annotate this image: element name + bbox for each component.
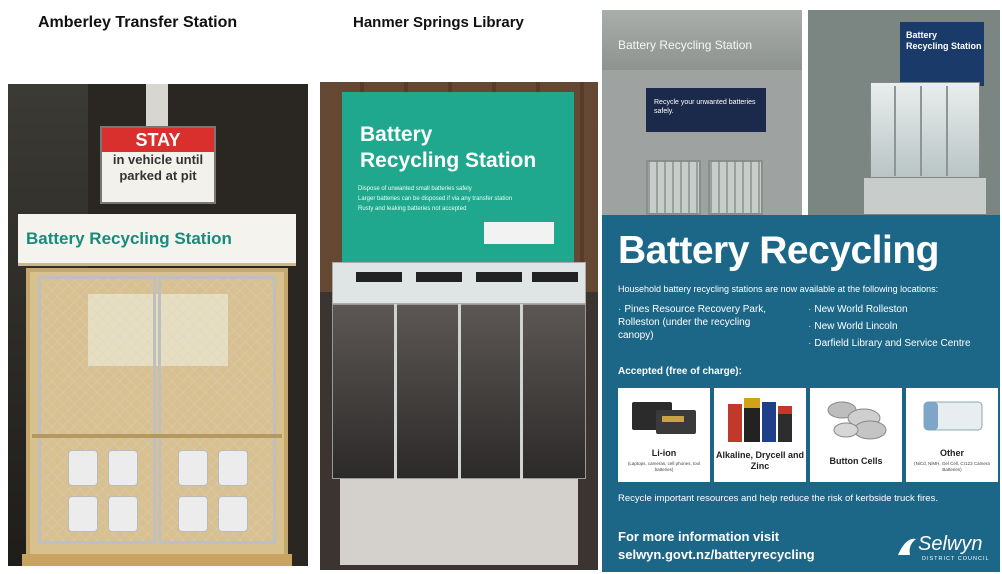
cabinet-shelf: [32, 434, 282, 438]
stay-sign-line1: in vehicle until: [112, 152, 204, 167]
logo-subtitle: DISTRICT COUNCIL: [922, 556, 990, 562]
battery-slot: [356, 272, 402, 282]
amberley-photo: STAY in vehicle until parked at pit Batt…: [8, 84, 308, 566]
location-item: · Pines Resource Recovery Park, Rolleston…: [618, 304, 767, 341]
collection-bucket: [108, 450, 138, 486]
station-sign-title-line2: Recycling Station: [360, 149, 537, 172]
station-roof-sign-text: Battery Recycling Station: [26, 229, 232, 248]
battery-type-name: Alkaline, Drycell and Zinc: [715, 450, 805, 471]
battery-type-name: Li-ion: [651, 448, 677, 458]
instruction-line: Larger batteries can be disposed if via …: [358, 196, 513, 202]
battery-type-note: (NiCd, NiMH, Gel Cell, Cr123 Camera Batt…: [914, 461, 990, 472]
cabinet-door-left: [646, 160, 701, 215]
stay-sign: STAY in vehicle until parked at pit: [100, 126, 216, 204]
battery-slot: [532, 272, 578, 282]
location-list-right: · New World Rolleston · New World Lincoln …: [808, 303, 998, 350]
pallet: [22, 554, 292, 566]
location-item: · New World Rolleston: [808, 304, 908, 315]
cabinet-info-text: Recycle your unwanted batteries safely.: [654, 99, 756, 115]
alkaline-batteries-icon: [728, 398, 792, 442]
battery-card-li-ion: Li-ion (Laptops, cameras, cell phones, t…: [618, 388, 710, 482]
collection-bucket: [68, 496, 98, 532]
instruction-line: Rusty and leaking batteries not accepted: [358, 206, 467, 212]
box-divider: [920, 86, 922, 176]
battery-slot: [416, 272, 462, 282]
more-info-label: For more information visit: [618, 529, 780, 544]
battery-card-alkaline: Alkaline, Drycell and Zinc: [714, 388, 806, 482]
cabinet-title: Battery Recycling Station: [618, 38, 753, 52]
box-divider: [394, 304, 397, 479]
location-name: Darfield Library and Service Centre: [814, 338, 971, 349]
collection-bucket: [178, 450, 208, 486]
location-name: New World Lincoln: [814, 321, 898, 332]
station-sign-title: Battery Recycling Station: [360, 122, 536, 174]
poster-intro: Household battery recycling stations are…: [618, 284, 939, 294]
location-list-left: · Pines Resource Recovery Park, Rolleston…: [618, 303, 788, 342]
mesh-gate-right: [158, 276, 276, 544]
box-divider: [520, 304, 523, 479]
box-divider: [946, 86, 948, 176]
battery-card-other: Other (NiCd, NiMH, Gel Cell, Cr123 Camer…: [906, 388, 998, 482]
station-sign-title-line1: Battery: [360, 123, 433, 146]
battery-type-note: (Laptops, cameras, cell phones, tool bat…: [627, 461, 701, 472]
button-cells-icon: [827, 401, 887, 440]
battery-slot: [476, 272, 522, 282]
li-ion-battery-icon: [632, 402, 696, 434]
stay-sign-headline: STAY: [102, 128, 214, 152]
plinth: [340, 479, 578, 565]
location-name: Pines Resource Recovery Park, Rolleston …: [618, 304, 767, 341]
council-logo: [484, 222, 554, 244]
logo-name: Selwyn: [918, 533, 983, 555]
collection-lid: [332, 262, 586, 304]
selwyn-logo: Selwyn DISTRICT COUNCIL: [896, 533, 996, 567]
cabinet-door-right: [708, 160, 763, 215]
cr123a-battery-icon: [923, 401, 983, 431]
poster-title: Battery Recycling: [618, 229, 939, 272]
box-divider: [894, 86, 896, 176]
bin-sign-title-line1: Battery: [906, 30, 938, 40]
collection-bucket: [108, 496, 138, 532]
stay-sign-line2: parked at pit: [119, 168, 197, 183]
battery-card-button-cells: Button Cells: [810, 388, 902, 482]
bin-photo: Battery Recycling Station: [808, 10, 1000, 215]
box-divider: [458, 304, 461, 479]
collection-bucket: [68, 450, 98, 486]
selwyn-mark-icon: [898, 538, 916, 555]
collection-bucket: [178, 496, 208, 532]
plinth: [864, 178, 986, 214]
bin-sign-title: Battery Recycling Station: [906, 30, 982, 52]
hanmer-photo: Battery Recycling Station Dispose of unw…: [320, 82, 598, 570]
collection-bucket: [218, 450, 248, 486]
battery-type-name: Other: [939, 448, 964, 458]
station-sign-instructions: Dispose of unwanted small batteries safe…: [358, 184, 538, 214]
amberley-caption: Amberley Transfer Station: [38, 14, 238, 31]
battery-recycling-poster: Battery Recycling Household battery recy…: [602, 215, 1000, 572]
bin-sign-title-line2: Recycling Station: [906, 41, 982, 51]
clear-collection-box: [870, 82, 980, 178]
collection-bucket: [218, 496, 248, 532]
location-item: · New World Lincoln: [808, 321, 898, 332]
more-info-url: selwyn.govt.nz/batteryrecycling: [618, 547, 815, 562]
hanmer-caption: Hanmer Springs Library: [353, 14, 524, 31]
accepted-heading: Accepted (free of charge):: [618, 366, 742, 377]
instruction-line: Dispose of unwanted small batteries safe…: [358, 186, 472, 192]
location-item: · Darfield Library and Service Centre: [808, 338, 971, 349]
cabinet-photo: Battery Recycling Station Recycle your u…: [602, 10, 802, 215]
recycle-message: Recycle important resources and help red…: [618, 493, 938, 504]
location-name: New World Rolleston: [814, 304, 908, 315]
battery-type-name: Button Cells: [829, 456, 883, 466]
